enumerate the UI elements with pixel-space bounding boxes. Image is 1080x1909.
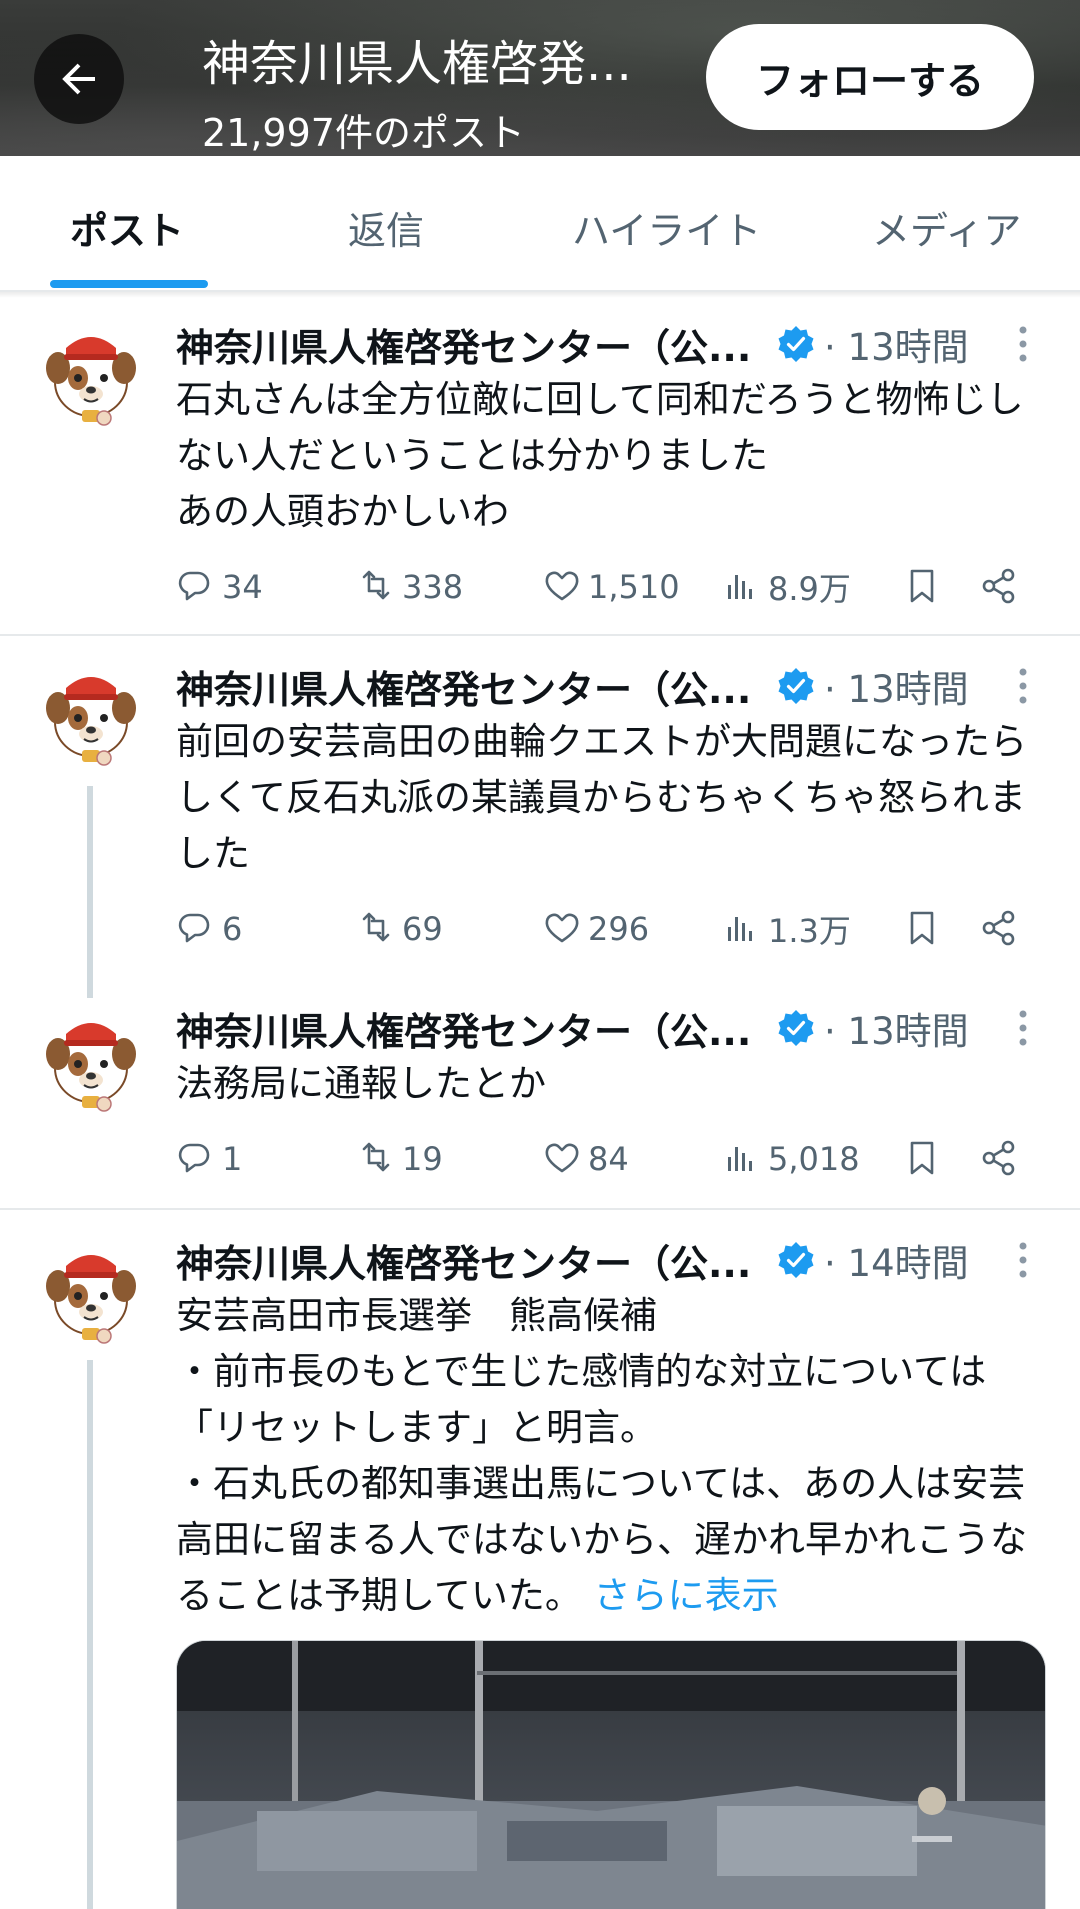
more-options-icon[interactable] — [1016, 1008, 1030, 1048]
reply-button[interactable]: 6 — [176, 904, 242, 954]
follow-button[interactable]: フォローする — [706, 24, 1034, 130]
post-time[interactable]: · 13時間 — [824, 317, 969, 371]
view-count: 5,018 — [768, 1140, 860, 1178]
avatar[interactable] — [44, 322, 138, 430]
bookmark-icon[interactable] — [904, 904, 944, 954]
post-divider — [0, 634, 1080, 636]
author-name[interactable]: 神奈川県人権啓発センター（公... — [176, 317, 772, 372]
repost-button[interactable]: 338 — [356, 562, 463, 612]
avatar[interactable] — [44, 1240, 138, 1348]
views-button[interactable]: 1.3万 — [722, 904, 851, 954]
share-icon[interactable] — [980, 562, 1020, 612]
share-icon[interactable] — [980, 904, 1020, 954]
post-media-image[interactable] — [176, 1640, 1046, 1909]
like-count: 84 — [588, 1140, 629, 1178]
repost-icon — [362, 1142, 390, 1172]
like-icon — [545, 913, 579, 943]
like-count: 1,510 — [588, 568, 680, 606]
repost-count: 19 — [402, 1140, 443, 1178]
post-text: 法務局に通報したとか — [176, 1062, 546, 1105]
view-count: 1.3万 — [768, 912, 851, 950]
reply-button[interactable]: 34 — [176, 562, 263, 612]
share-icon[interactable] — [980, 1134, 1020, 1184]
post-header: 神奈川県人権啓発センター（公... · 13時間 — [176, 659, 969, 713]
reply-count: 1 — [222, 1140, 243, 1178]
like-button[interactable]: 1,510 — [542, 562, 680, 612]
verified-badge-icon — [776, 324, 816, 364]
arrow-left-icon — [62, 63, 95, 95]
repost-button[interactable]: 69 — [356, 904, 443, 954]
post-actions: 1 19 84 5,018 — [176, 1134, 1036, 1184]
like-count: 296 — [588, 910, 650, 948]
more-options-icon[interactable] — [1016, 1240, 1030, 1280]
repost-count: 338 — [402, 568, 464, 606]
post-text: 安芸高田市長選挙 熊高候補 ・前市長のもとで生じた感情的な対立については「リセッ… — [176, 1294, 1027, 1617]
like-button[interactable]: 296 — [542, 904, 649, 954]
post-text: 石丸さんは全方位敵に回して同和だろうと物怖じしない人だということは分かりました … — [176, 378, 1024, 533]
repost-icon — [362, 570, 390, 600]
post-count: 21,997件のポスト — [202, 111, 525, 155]
post-header: 神奈川県人権啓発センター（公... · 14時間 — [176, 1233, 969, 1287]
author-name[interactable]: 神奈川県人権啓発センター（公... — [176, 659, 772, 714]
avatar[interactable] — [44, 662, 138, 770]
bookmark-icon[interactable] — [904, 1134, 944, 1184]
post-time[interactable]: · 14時間 — [824, 1233, 969, 1287]
back-button[interactable] — [34, 34, 124, 124]
like-button[interactable]: 84 — [542, 1134, 629, 1184]
active-tab-indicator — [50, 280, 208, 288]
repost-count: 69 — [402, 910, 443, 948]
tabs-shadow — [0, 292, 1080, 298]
like-icon — [545, 571, 579, 601]
views-icon — [728, 575, 752, 599]
author-name[interactable]: 神奈川県人権啓発センター（公... — [176, 1233, 772, 1288]
reply-button[interactable]: 1 — [176, 1134, 242, 1184]
reply-icon — [178, 571, 210, 601]
like-icon — [545, 1143, 579, 1173]
post-time[interactable]: · 13時間 — [824, 1001, 969, 1055]
views-button[interactable]: 5,018 — [722, 1134, 860, 1184]
post-actions: 34 338 1,510 8.9万 — [176, 562, 1036, 612]
more-options-icon[interactable] — [1016, 666, 1030, 706]
reply-icon — [178, 1143, 210, 1173]
thread-line — [87, 786, 93, 998]
reply-count: 34 — [222, 568, 263, 606]
verified-badge-icon — [776, 1240, 816, 1280]
profile-title: 神奈川県人権啓発... — [202, 36, 632, 92]
views-icon — [728, 917, 752, 941]
avatar[interactable] — [44, 1008, 138, 1116]
repost-button[interactable]: 19 — [356, 1134, 443, 1184]
reply-count: 6 — [222, 910, 243, 948]
reply-icon — [178, 913, 210, 943]
author-name[interactable]: 神奈川県人権啓発センター（公... — [176, 1001, 772, 1056]
bookmark-icon[interactable] — [904, 562, 944, 612]
repost-icon — [362, 912, 390, 942]
verified-badge-icon — [776, 666, 816, 706]
more-options-icon[interactable] — [1016, 324, 1030, 364]
post-text-container: 安芸高田市長選挙 熊高候補 ・前市長のもとで生じた感情的な対立については「リセッ… — [176, 1288, 1036, 1624]
view-count: 8.9万 — [768, 570, 851, 608]
profile-tabs: ポスト 返信 ハイライト メディア — [0, 156, 1080, 292]
post-header: 神奈川県人権啓発センター（公... · 13時間 — [176, 1001, 969, 1055]
tab-highlights[interactable]: ハイライト — [572, 200, 761, 255]
post-actions: 6 69 296 1.3万 — [176, 904, 1036, 954]
post-text: 前回の安芸高田の曲輪クエストが大問題になったらしくて反石丸派の某議員からむちゃく… — [176, 720, 1027, 875]
tab-posts[interactable]: ポスト — [70, 200, 184, 255]
views-button[interactable]: 8.9万 — [722, 562, 851, 612]
views-icon — [728, 1147, 752, 1171]
post-time[interactable]: · 13時間 — [824, 659, 969, 713]
thread-line — [87, 1360, 93, 1909]
verified-badge-icon — [776, 1008, 816, 1048]
post-divider — [0, 1208, 1080, 1210]
tab-replies[interactable]: 返信 — [348, 200, 424, 255]
post-header: 神奈川県人権啓発センター（公... · 13時間 — [176, 317, 969, 371]
tab-media[interactable]: メディア — [872, 200, 1021, 255]
profile-header: 神奈川県人権啓発... 21,997件のポスト フォローする — [0, 0, 1080, 156]
photo-scene — [177, 1641, 1045, 1909]
show-more-link[interactable]: さらに表示 — [594, 1574, 779, 1617]
